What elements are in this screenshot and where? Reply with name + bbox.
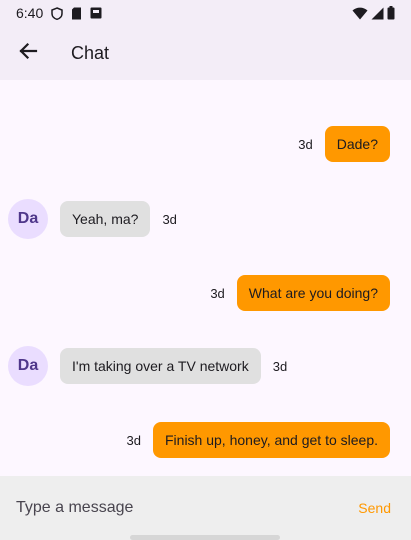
message-input[interactable] <box>16 488 347 528</box>
message-row-incoming: Da I'm taking over a TV network 3d <box>0 346 411 386</box>
page-title: Chat <box>71 42 110 63</box>
message-time: 3d <box>126 432 141 448</box>
message-bubble-incoming[interactable]: Yeah, ma? <box>60 201 151 237</box>
status-time: 6:40 <box>16 5 44 21</box>
message-time: 3d <box>272 358 288 374</box>
message-bubble-outgoing[interactable]: Finish up, honey, and get to sleep. <box>153 422 390 458</box>
battery-icon <box>387 6 395 20</box>
message-bubble-incoming[interactable]: I'm taking over a TV network <box>60 348 261 384</box>
shield-icon <box>51 6 63 20</box>
message-time: 3d <box>298 136 313 152</box>
avatar[interactable]: Da <box>8 346 48 386</box>
arrow-back-icon <box>18 41 38 66</box>
status-bar: 6:40 <box>0 0 411 26</box>
message-row-outgoing: 3d What are you doing? <box>0 275 411 311</box>
app-bar: Chat <box>0 26 411 80</box>
signal-icon <box>371 7 384 20</box>
message-row-outgoing: 3d Finish up, honey, and get to sleep. <box>0 422 411 458</box>
message-bubble-outgoing[interactable]: Dade? <box>324 126 390 162</box>
message-composer: Send <box>0 476 411 540</box>
message-row-incoming: Da Yeah, ma? 3d <box>0 199 411 239</box>
avatar[interactable]: Da <box>8 199 48 239</box>
gesture-nav-handle[interactable] <box>130 535 280 540</box>
message-bubble-outgoing[interactable]: What are you doing? <box>236 275 390 311</box>
send-button[interactable]: Send <box>346 492 395 524</box>
message-row-outgoing: 3d Dade? <box>0 126 411 162</box>
back-button[interactable] <box>0 26 56 80</box>
message-time: 3d <box>210 285 225 301</box>
notification-box-icon <box>90 7 102 19</box>
message-list[interactable]: 3d Dade? Da Yeah, ma? 3d 3d What are you… <box>0 80 411 476</box>
wifi-icon <box>352 7 368 20</box>
sd-card-icon <box>71 7 82 20</box>
status-right <box>352 6 395 20</box>
message-time: 3d <box>162 211 177 227</box>
status-left: 6:40 <box>16 5 102 21</box>
